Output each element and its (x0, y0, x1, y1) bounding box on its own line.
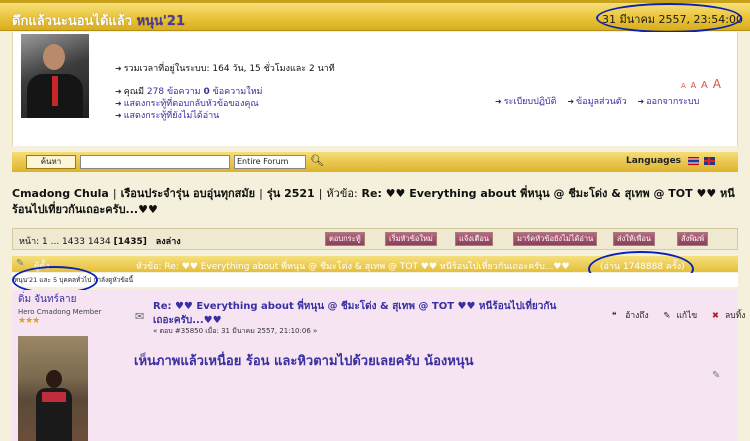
time-online: ➜ รวมเวลาที่อยู่ในระบบ: 164 วัน, 15 ชั่วโ… (115, 64, 335, 74)
delete-button[interactable]: ✖ ลบทิ้ง (712, 311, 750, 321)
arrow-icon: ➜ (115, 64, 122, 73)
search-button[interactable]: ค้นหา (26, 155, 76, 169)
go-down-link[interactable]: ลงล่าง (156, 237, 181, 247)
forum-title: ดึกแล้วนะนอนได้แล้ว หนุน'21 (12, 10, 185, 31)
link-unread[interactable]: ➜ แสดงกระทู้ที่ยังไม่ได้อ่าน (115, 108, 219, 122)
breadcrumb-topic-prefix: หัวข้อ: (326, 187, 358, 200)
post-message-icon: ✉ (135, 310, 145, 323)
poster-avatar-head (46, 370, 62, 388)
quote-icon: ❝ (612, 311, 617, 321)
search-bar: ค้นหา Entire Forum 🔍︎ Languages (12, 152, 738, 172)
magnifier-icon[interactable]: 🔍︎ (310, 154, 324, 167)
poster-name[interactable]: ดิ่ม จันทร์ลาย (18, 292, 77, 307)
font-size-l[interactable]: A (713, 77, 721, 91)
breadcrumb-home[interactable]: Cmadong Chula (12, 187, 109, 200)
current-page: [1435] (113, 237, 147, 247)
link-rules[interactable]: ➜ ระเบียบปฏิบัติ (495, 97, 556, 107)
avatar-head (43, 44, 65, 70)
breadcrumb-board[interactable]: เรือนประจำรุ่น อบอุ่นทุกสมัย (121, 187, 256, 200)
search-input[interactable] (80, 155, 230, 169)
post-body: เห็นภาพแล้วเหนื่อย ร้อน และหิวตามไปด้วยเ… (134, 354, 474, 369)
edit-icon: ✎ (663, 311, 671, 321)
breadcrumb-separator: | (259, 187, 263, 200)
post-actions: ❝ อ้างถึง ✎ แก้ไข ✖ ลบทิ้ง (612, 308, 750, 322)
reply-button[interactable]: ตอบกระทู้ (325, 232, 365, 246)
font-size-switcher: A A A A (681, 77, 723, 91)
search-scope-select[interactable]: Entire Forum (234, 155, 306, 169)
rank-stars-icon: ★★★ (18, 316, 40, 326)
arrow-icon: ➜ (115, 111, 122, 120)
font-size-m[interactable]: A (701, 80, 708, 91)
breadcrumb-class[interactable]: รุ่น 2521 (267, 187, 315, 200)
quote-button[interactable]: ❝ อ้างถึง (612, 311, 655, 321)
topic-viewers: หนุน'21 และ 5 บุคคลทั่วไป กำลังดูหัวข้อน… (12, 273, 738, 287)
send-to-friend-button[interactable]: ส่งให้เพื่อน (613, 232, 655, 246)
poster-avatar-scarf (42, 392, 66, 402)
topic-icon: ✎ (16, 258, 25, 269)
arrow-icon: ➜ (115, 99, 122, 108)
font-size-xs[interactable]: A (681, 82, 686, 90)
avatar-tie (52, 76, 58, 106)
topic-toolbar: หน้า: 1 ... 1433 1434 [1435] ลงล่าง ตอบก… (12, 228, 738, 250)
user-panel: ➜ รวมเวลาที่อยู่ในระบบ: 164 วัน, 15 ชั่วโ… (12, 32, 738, 146)
poster-rank: Hero Cmadong Member (18, 308, 102, 316)
edit-button[interactable]: ✎ แก้ไข (663, 311, 703, 321)
breadcrumb: Cmadong Chula | เรือนประจำรุ่น อบอุ่นทุกสม… (12, 186, 738, 218)
post-meta: « ตอบ #35850 เมื่อ: 31 มีนาคม 2557, 21:1… (153, 327, 318, 335)
link-logout[interactable]: ➜ ออกจากระบบ (638, 97, 700, 107)
thai-flag-icon[interactable] (688, 157, 699, 165)
font-size-s[interactable]: A (691, 81, 696, 90)
notify-button[interactable]: แจ้งเตือน (455, 232, 493, 246)
annotation-ellipse-datetime (596, 3, 742, 33)
delete-icon: ✖ (711, 311, 719, 321)
new-topic-button[interactable]: เริ่มหัวข้อใหม่ (385, 232, 437, 246)
breadcrumb-separator: | (112, 187, 117, 200)
link-profile[interactable]: ➜ ข้อมูลส่วนตัว (567, 97, 626, 107)
poster-avatar (18, 336, 88, 441)
arrow-icon: ➜ (495, 97, 502, 106)
arrow-icon: ➜ (567, 97, 575, 106)
languages-label: Languages (626, 156, 682, 166)
thread-title: หัวข้อ: Re: ♥♥ Everything about พี่หนุน … (136, 262, 570, 272)
account-links: ➜ ระเบียบปฏิบัติ ➜ ข้อมูลส่วนตัว ➜ ออกจากระ… (495, 94, 707, 108)
breadcrumb-separator: | (318, 187, 323, 200)
username[interactable]: หนุน'21 (137, 14, 185, 29)
forum-title-text: ดึกแล้วนะนอนได้แล้ว (12, 14, 133, 29)
arrow-icon: ➜ (115, 87, 122, 96)
post-title[interactable]: Re: ♥♥ Everything about พี่หนุน @ ชีมะโด… (153, 300, 573, 328)
user-avatar (21, 34, 89, 118)
post-35850: ดิ่ม จันทร์ลาย Hero Cmadong Member ★★★ ✉… (12, 290, 745, 441)
arrow-icon: ➜ (637, 97, 645, 106)
mark-unread-button[interactable]: มาร์คหัวข้อยังไม่ได้อ่าน (513, 232, 598, 246)
quick-quote-icon[interactable]: ✎ (712, 370, 720, 381)
uk-flag-icon[interactable] (704, 157, 715, 165)
pagination: หน้า: 1 ... 1433 1434 [1435] ลงล่าง (19, 237, 181, 247)
print-button[interactable]: สั่งพิมพ์ (677, 232, 709, 246)
